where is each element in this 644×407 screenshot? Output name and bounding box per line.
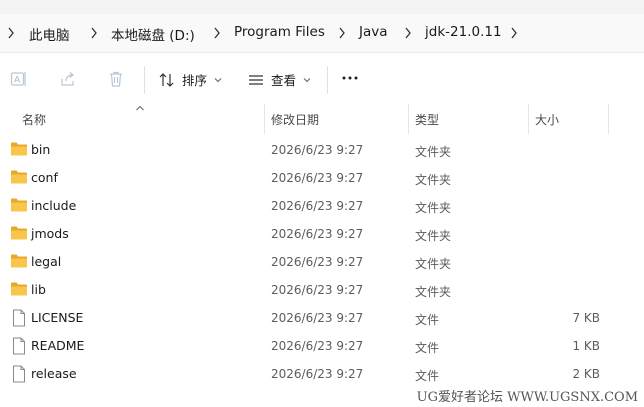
file-row[interactable]: README 2026/6/23 9:27 文件 1 KB [0,332,644,360]
folder-icon [10,253,28,269]
file-date: 2026/6/23 9:27 [271,143,364,157]
file-size: 2 KB [572,367,600,381]
file-type: 文件 [415,313,440,327]
column-header-date[interactable]: 修改日期 [271,111,319,128]
column-resize-handle[interactable] [528,104,529,134]
file-icon [12,365,26,383]
folder-icon [10,281,28,297]
file-date: 2026/6/23 9:27 [271,171,364,185]
column-resize-handle[interactable] [408,104,409,134]
breadcrumb-program-files[interactable]: Program Files [234,24,325,40]
file-type: 文件夹 [415,145,452,159]
share-button[interactable] [59,70,77,88]
file-row[interactable]: lib 2026/6/23 9:27 文件夹 [0,276,644,304]
file-icon [12,337,26,355]
breadcrumb-local-disk[interactable]: 本地磁盘 (D:) [111,24,195,44]
file-type: 文件夹 [415,229,452,243]
rename-button[interactable]: A [10,70,28,88]
address-bar[interactable]: 此电脑 本地磁盘 (D:) Program Files Java jdk-21.… [0,14,644,53]
chevron-right-icon[interactable] [89,24,99,42]
chevron-right-icon[interactable] [212,24,222,42]
file-date: 2026/6/23 9:27 [271,311,364,325]
folder-icon [10,225,28,241]
rename-icon: A [10,70,28,88]
chevron-down-icon [303,77,311,83]
sort-button[interactable]: 排序 [158,70,222,89]
delete-button[interactable] [107,70,125,88]
file-date: 2026/6/23 9:27 [271,255,364,269]
file-type: 文件 [415,369,440,383]
breadcrumb-java[interactable]: Java [359,24,388,40]
breadcrumb-this-pc[interactable]: 此电脑 [29,24,70,44]
file-name: legal [31,254,62,269]
file-row[interactable]: release 2026/6/23 9:27 文件 2 KB [0,360,644,388]
view-list-icon [247,71,265,89]
column-header-row: 名称 修改日期 类型 大小 [0,103,644,133]
file-row[interactable]: legal 2026/6/23 9:27 文件夹 [0,248,644,276]
file-name: LICENSE [31,310,84,325]
toolbar-divider [144,66,145,94]
file-date: 2026/6/23 9:27 [271,227,364,241]
file-date: 2026/6/23 9:27 [271,199,364,213]
column-resize-handle[interactable] [264,104,265,134]
view-button[interactable]: 查看 [247,70,311,89]
command-bar: A 排序 查看 [0,53,644,103]
window-top-strip [0,0,644,14]
more-icon [341,71,359,85]
file-row[interactable]: jmods 2026/6/23 9:27 文件夹 [0,220,644,248]
sort-icon [158,71,176,89]
view-label: 查看 [271,73,297,88]
chevron-right-icon[interactable] [337,24,347,42]
file-name: include [31,198,77,213]
column-header-name[interactable]: 名称 [22,111,46,128]
file-date: 2026/6/23 9:27 [271,367,364,381]
file-row[interactable]: bin 2026/6/23 9:27 文件夹 [0,136,644,164]
column-resize-handle[interactable] [608,104,609,134]
file-type: 文件夹 [415,257,452,271]
file-size: 1 KB [572,339,600,353]
file-type: 文件夹 [415,201,452,215]
file-name: conf [31,170,58,185]
breadcrumb-jdk[interactable]: jdk-21.0.11 [425,24,502,40]
file-date: 2026/6/23 9:27 [271,283,364,297]
chevron-right-icon[interactable] [6,24,16,42]
file-name: release [31,366,77,381]
file-type: 文件夹 [415,173,452,187]
file-row[interactable]: LICENSE 2026/6/23 9:27 文件 7 KB [0,304,644,332]
sort-label: 排序 [182,73,208,88]
column-header-type[interactable]: 类型 [415,111,439,128]
file-type: 文件夹 [415,285,452,299]
folder-icon [10,197,28,213]
folder-icon [10,169,28,185]
column-header-size[interactable]: 大小 [535,111,559,128]
toolbar-divider [327,66,328,94]
svg-text:A: A [14,76,21,86]
file-size: 7 KB [572,311,600,325]
file-name: README [31,338,85,353]
file-row[interactable]: conf 2026/6/23 9:27 文件夹 [0,164,644,192]
share-icon [59,70,77,88]
file-name: lib [31,282,46,297]
chevron-down-icon [214,77,222,83]
file-date: 2026/6/23 9:27 [271,339,364,353]
file-type: 文件 [415,341,440,355]
file-name: bin [31,142,51,157]
chevron-right-icon[interactable] [509,24,519,42]
file-name: jmods [31,226,69,241]
trash-icon [107,70,125,88]
chevron-right-icon[interactable] [403,24,413,42]
file-icon [12,309,26,327]
sort-ascending-icon [135,100,145,114]
folder-icon [10,141,28,157]
file-row[interactable]: include 2026/6/23 9:27 文件夹 [0,192,644,220]
more-options-button[interactable] [341,71,359,85]
watermark: UG爱好者论坛 WWW.UGSNX.COM [416,390,638,405]
